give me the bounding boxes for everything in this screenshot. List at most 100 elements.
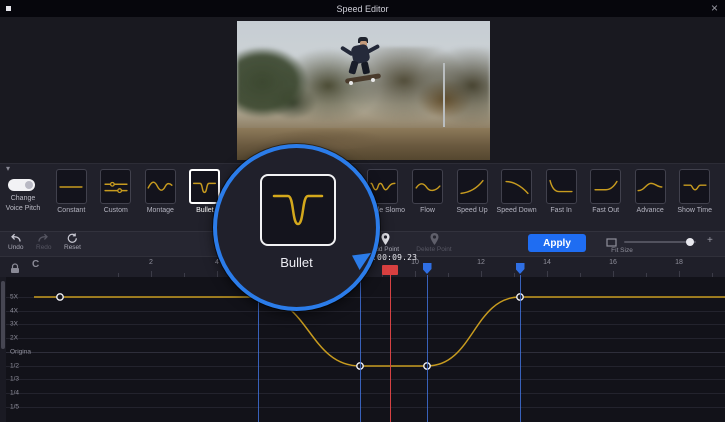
ruler-number: 2 bbox=[149, 259, 153, 266]
undo-icon bbox=[9, 233, 22, 243]
speed-curve bbox=[0, 277, 725, 422]
preset-curve-icon bbox=[145, 169, 176, 204]
preset-label: Advance bbox=[637, 207, 664, 214]
lock-icon[interactable] bbox=[10, 261, 20, 279]
ruler-tick bbox=[415, 271, 416, 277]
ruler-tick bbox=[613, 271, 614, 277]
preset-show-time[interactable]: Show Time bbox=[672, 169, 717, 227]
toggle-knob-icon bbox=[25, 181, 33, 189]
reset-label: Reset bbox=[64, 244, 81, 251]
preset-curve-icon bbox=[679, 169, 710, 204]
preset-label: Fast Out bbox=[592, 207, 619, 214]
magnifier-label: Bullet bbox=[217, 255, 376, 270]
close-button[interactable]: × bbox=[711, 0, 718, 17]
preset-speed-up[interactable]: Speed Up bbox=[450, 169, 495, 227]
preset-curve-icon bbox=[412, 169, 443, 204]
keyframe-marker-line bbox=[360, 275, 361, 422]
undo-label: Undo bbox=[8, 244, 24, 251]
skater-leg-left bbox=[348, 60, 358, 74]
preset-curve-icon bbox=[457, 169, 488, 204]
ruler-tick bbox=[217, 271, 218, 277]
bullet-curve-icon bbox=[268, 184, 328, 236]
preset-label: Flow bbox=[420, 207, 435, 214]
preset-curve-icon bbox=[635, 169, 666, 204]
playhead-line[interactable] bbox=[390, 275, 391, 422]
preset-flow[interactable]: Flow bbox=[405, 169, 450, 227]
ruler-tick-minor bbox=[118, 273, 119, 277]
curve-keyframe-point[interactable] bbox=[57, 294, 63, 300]
preset-curve-icon bbox=[501, 169, 532, 204]
apply-button[interactable]: Apply bbox=[528, 234, 586, 252]
ruler-tick bbox=[547, 271, 548, 277]
preset-fast-out[interactable]: Fast Out bbox=[583, 169, 628, 227]
playhead-grip[interactable] bbox=[382, 265, 398, 275]
voice-pitch-label-line2: Voice Pitch bbox=[0, 204, 46, 214]
redo-icon bbox=[37, 233, 50, 243]
ruler-number: 14 bbox=[543, 259, 551, 266]
plus-icon[interactable]: + bbox=[707, 235, 713, 246]
reset-button[interactable]: Reset bbox=[64, 233, 81, 251]
preset-label: Show Time bbox=[677, 207, 712, 214]
preset-label: Custom bbox=[104, 207, 128, 214]
ruler-tick-minor bbox=[184, 273, 185, 277]
pole bbox=[443, 63, 445, 127]
delete-point-label: Delete Point bbox=[416, 246, 451, 253]
preset-speed-down[interactable]: Speed Down bbox=[494, 169, 539, 227]
preset-constant[interactable]: Constant bbox=[49, 169, 94, 227]
preset-label: Constant bbox=[57, 207, 85, 214]
speed-curve-graph[interactable]: 5X4X3X2XOriginal1/21/31/41/5 bbox=[0, 277, 725, 422]
preset-magnifier: Bullet bbox=[213, 144, 380, 311]
preset-curve-icon bbox=[546, 169, 577, 204]
voice-pitch-label-line1: Change bbox=[0, 194, 46, 204]
preset-label: Speed Up bbox=[456, 207, 487, 214]
graph-scrollbar[interactable] bbox=[0, 277, 6, 422]
fit-size-slider-knob[interactable] bbox=[686, 238, 694, 246]
voice-pitch-label: Change Voice Pitch bbox=[0, 194, 46, 214]
voice-pitch-toggle[interactable] bbox=[8, 179, 35, 191]
preset-curve-icon bbox=[56, 169, 87, 204]
ruler-number: 12 bbox=[477, 259, 485, 266]
snap-icon[interactable]: C bbox=[32, 259, 39, 270]
preset-label: Montage bbox=[147, 207, 174, 214]
graph-scrollbar-thumb[interactable] bbox=[1, 281, 5, 349]
redo-button[interactable]: Redo bbox=[36, 233, 52, 251]
skateboard-wheel bbox=[349, 81, 353, 85]
video-preview[interactable] bbox=[237, 21, 490, 160]
preset-label: Fast In bbox=[550, 207, 571, 214]
ruler-tick-minor bbox=[646, 273, 647, 277]
keyframe-marker-line bbox=[520, 275, 521, 422]
titlebar: Speed Editor × bbox=[0, 0, 725, 17]
skateboard-wheel bbox=[371, 78, 375, 82]
ruler-tick-minor bbox=[580, 273, 581, 277]
window-title: Speed Editor bbox=[336, 4, 388, 14]
preset-curve-icon bbox=[590, 169, 621, 204]
skater-leg-right bbox=[361, 61, 370, 74]
ruler-tick-minor bbox=[448, 273, 449, 277]
delete-point-button[interactable]: Delete Point bbox=[412, 233, 456, 253]
preset-montage[interactable]: Montage bbox=[138, 169, 183, 227]
ruler-number: 16 bbox=[609, 259, 617, 266]
preset-custom[interactable]: Custom bbox=[94, 169, 139, 227]
magnified-bullet-thumbnail[interactable] bbox=[260, 174, 336, 246]
window-dot-icon bbox=[6, 6, 11, 11]
ruler-tick-minor bbox=[514, 273, 515, 277]
preset-curve-icon bbox=[100, 169, 131, 204]
reset-icon bbox=[67, 233, 78, 243]
delete-point-pin-icon bbox=[430, 233, 439, 245]
speed-editor-window: Speed Editor × 5X4X3X2XOriginal1/21/31/4… bbox=[0, 0, 725, 422]
ruler-tick bbox=[151, 271, 152, 277]
preset-fast-in[interactable]: Fast In bbox=[539, 169, 584, 227]
preset-advance[interactable]: Advance bbox=[628, 169, 673, 227]
preset-label: Speed Down bbox=[497, 207, 537, 214]
preset-label: Bullet bbox=[196, 207, 214, 214]
ruler-tick bbox=[679, 271, 680, 277]
redo-label: Redo bbox=[36, 244, 52, 251]
ruler-tick-minor bbox=[712, 273, 713, 277]
collapse-arrow-icon[interactable]: ▾ bbox=[6, 164, 10, 173]
preset-list: Constant Custom Montage Bullet Double Sl… bbox=[49, 169, 717, 227]
add-point-pin-icon bbox=[381, 233, 390, 245]
ruler-number: 18 bbox=[675, 259, 683, 266]
keyframe-marker-line bbox=[427, 275, 428, 422]
fit-size-label: Fit Size bbox=[602, 247, 642, 254]
undo-button[interactable]: Undo bbox=[8, 233, 24, 251]
